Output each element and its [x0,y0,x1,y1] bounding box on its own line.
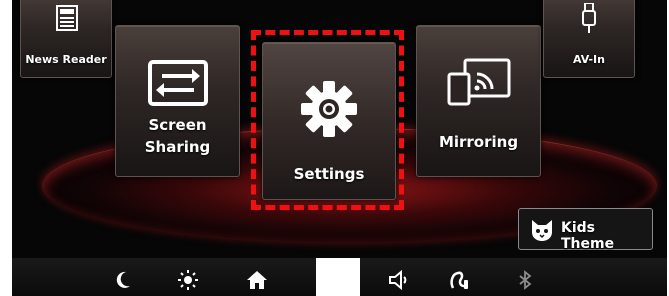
volume-icon[interactable] [386,268,410,292]
bluetooth-icon[interactable] [513,268,537,292]
kids-theme-button[interactable]: Kids Theme [518,208,653,252]
mirroring-tile[interactable]: Mirroring [416,25,541,177]
mirroring-label: Mirroring [438,133,519,151]
screen-sharing-label-line1: Screen [148,116,207,134]
home-icon[interactable] [245,268,269,292]
blank-panel [316,258,360,296]
cat-face-icon [532,220,552,241]
av-in-tile[interactable]: AV-In [543,0,635,78]
kids-theme-label: Kids Theme [561,220,615,252]
gear-icon [301,81,357,137]
news-reader-label: News Reader [25,53,107,66]
moon-icon[interactable] [111,268,135,292]
av-in-label: AV-In [573,53,605,66]
swap-arrows-icon [148,60,208,106]
news-reader-tile[interactable]: News Reader [20,0,112,78]
usb-cable-icon [582,3,596,33]
screen-sharing-tile[interactable]: Screen Sharing [115,25,240,177]
settings-label: Settings [293,165,365,183]
hands-free-icon[interactable] [448,268,472,292]
newspaper-icon [56,5,78,31]
screen-sharing-label-line2: Sharing [144,138,211,156]
settings-tile[interactable]: Settings [262,42,396,200]
brightness-icon[interactable] [176,268,200,292]
cast-icon [447,58,511,106]
